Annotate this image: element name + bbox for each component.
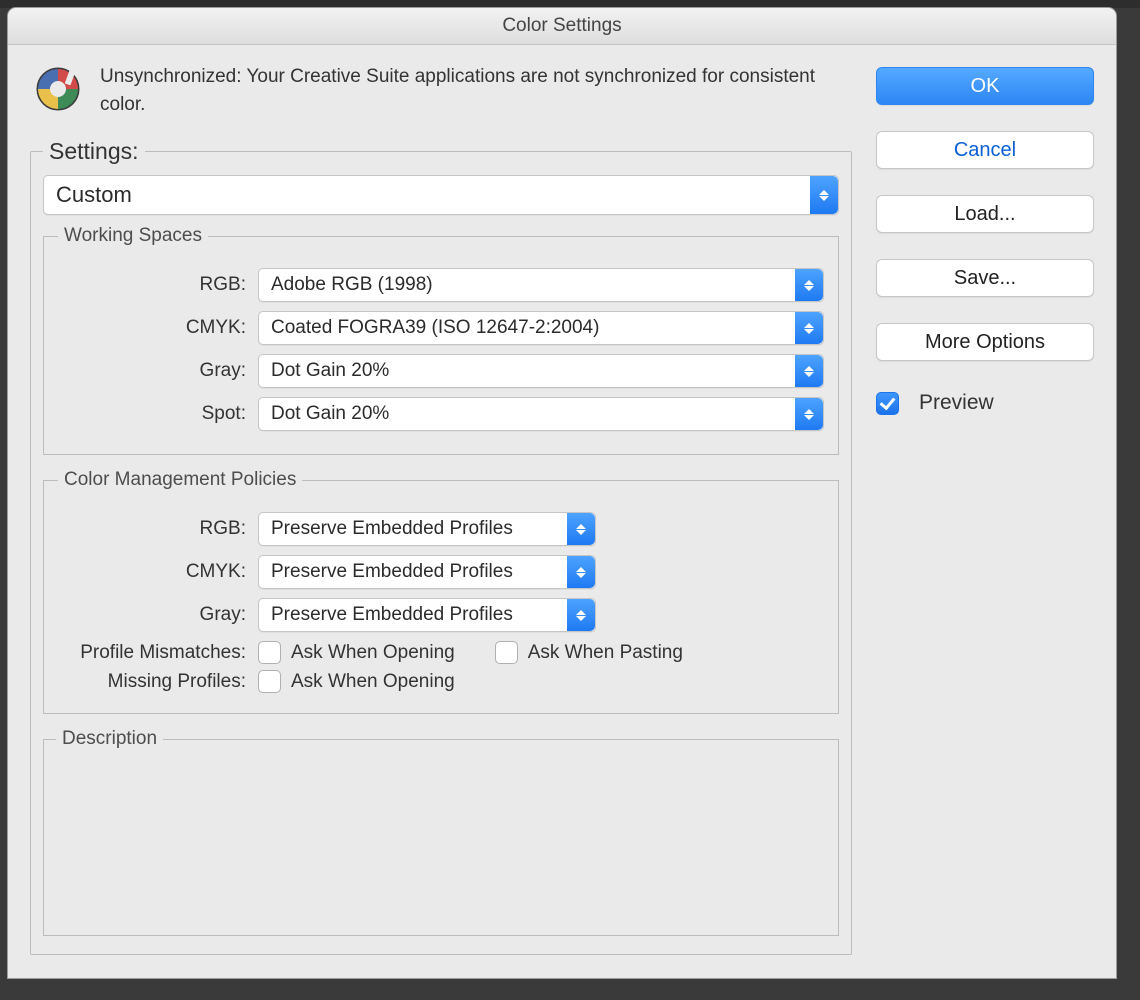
policies-group: Color Management Policies RGB: Preserve … [43, 469, 839, 714]
preview-label: Preview [919, 391, 994, 415]
settings-value: Custom [56, 182, 132, 208]
ok-button[interactable]: OK [876, 67, 1094, 105]
load-button[interactable]: Load... [876, 195, 1094, 233]
save-button[interactable]: Save... [876, 259, 1094, 297]
pol-cmyk-value: Preserve Embedded Profiles [271, 561, 513, 583]
pol-gray-dropdown[interactable]: Preserve Embedded Profiles [258, 598, 596, 632]
more-options-button[interactable]: More Options [876, 323, 1094, 361]
pol-rgb-label: RGB: [58, 518, 258, 540]
mismatch-paste-text: Ask When Pasting [528, 642, 683, 664]
ws-cmyk-dropdown[interactable]: Coated FOGRA39 (ISO 12647-2:2004) [258, 311, 824, 345]
ok-button-label: OK [971, 75, 1000, 98]
unsynchronized-icon [30, 63, 86, 115]
color-settings-dialog: Color Settings Unsynchronized: Your Crea… [8, 8, 1116, 978]
ws-cmyk-value: Coated FOGRA39 (ISO 12647-2:2004) [271, 317, 599, 339]
chevron-updown-icon [567, 513, 595, 545]
mismatch-label: Profile Mismatches: [58, 642, 258, 664]
pol-rgb-dropdown[interactable]: Preserve Embedded Profiles [258, 512, 596, 546]
ws-gray-label: Gray: [58, 360, 258, 382]
load-button-label: Load... [954, 203, 1015, 226]
pol-rgb-value: Preserve Embedded Profiles [271, 518, 513, 540]
pol-cmyk-label: CMYK: [58, 561, 258, 583]
chevron-updown-icon [567, 556, 595, 588]
missing-open-checkbox[interactable] [258, 670, 281, 693]
working-spaces-group: Working Spaces RGB: Adobe RGB (1998) CMY… [43, 225, 839, 455]
pol-gray-label: Gray: [58, 604, 258, 626]
policies-legend: Color Management Policies [58, 469, 302, 491]
missing-label: Missing Profiles: [58, 671, 258, 693]
dialog-title: Color Settings [8, 8, 1116, 45]
ws-cmyk-label: CMYK: [58, 317, 258, 339]
background-strip [0, 0, 1140, 8]
chevron-updown-icon [795, 312, 823, 344]
cancel-button-label: Cancel [954, 139, 1016, 162]
ws-gray-value: Dot Gain 20% [271, 360, 389, 382]
mismatch-open-checkbox[interactable] [258, 641, 281, 664]
mismatch-paste-checkbox[interactable] [495, 641, 518, 664]
settings-dropdown[interactable]: Custom [43, 175, 839, 215]
ws-rgb-label: RGB: [58, 274, 258, 296]
mismatch-open-text: Ask When Opening [291, 642, 455, 664]
chevron-updown-icon [795, 398, 823, 430]
ws-spot-value: Dot Gain 20% [271, 403, 389, 425]
ws-spot-dropdown[interactable]: Dot Gain 20% [258, 397, 824, 431]
pol-gray-value: Preserve Embedded Profiles [271, 604, 513, 626]
pol-cmyk-dropdown[interactable]: Preserve Embedded Profiles [258, 555, 596, 589]
chevron-updown-icon [795, 355, 823, 387]
working-spaces-legend: Working Spaces [58, 225, 208, 247]
ws-spot-label: Spot: [58, 403, 258, 425]
settings-label: Settings: [43, 138, 145, 165]
chevron-updown-icon [567, 599, 595, 631]
unsynchronized-message: Unsynchronized: Your Creative Suite appl… [100, 63, 852, 118]
save-button-label: Save... [954, 267, 1016, 290]
ws-gray-dropdown[interactable]: Dot Gain 20% [258, 354, 824, 388]
description-group: Description [43, 728, 839, 936]
more-options-label: More Options [925, 331, 1045, 354]
ws-rgb-value: Adobe RGB (1998) [271, 274, 433, 296]
cancel-button[interactable]: Cancel [876, 131, 1094, 169]
chevron-updown-icon [795, 269, 823, 301]
ws-rgb-dropdown[interactable]: Adobe RGB (1998) [258, 268, 824, 302]
settings-fieldset: Settings: Custom Working Spaces RGB: Ado… [30, 138, 852, 955]
preview-checkbox[interactable] [876, 392, 899, 415]
chevron-updown-icon [810, 176, 838, 214]
missing-open-text: Ask When Opening [291, 671, 455, 693]
description-legend: Description [56, 728, 163, 750]
